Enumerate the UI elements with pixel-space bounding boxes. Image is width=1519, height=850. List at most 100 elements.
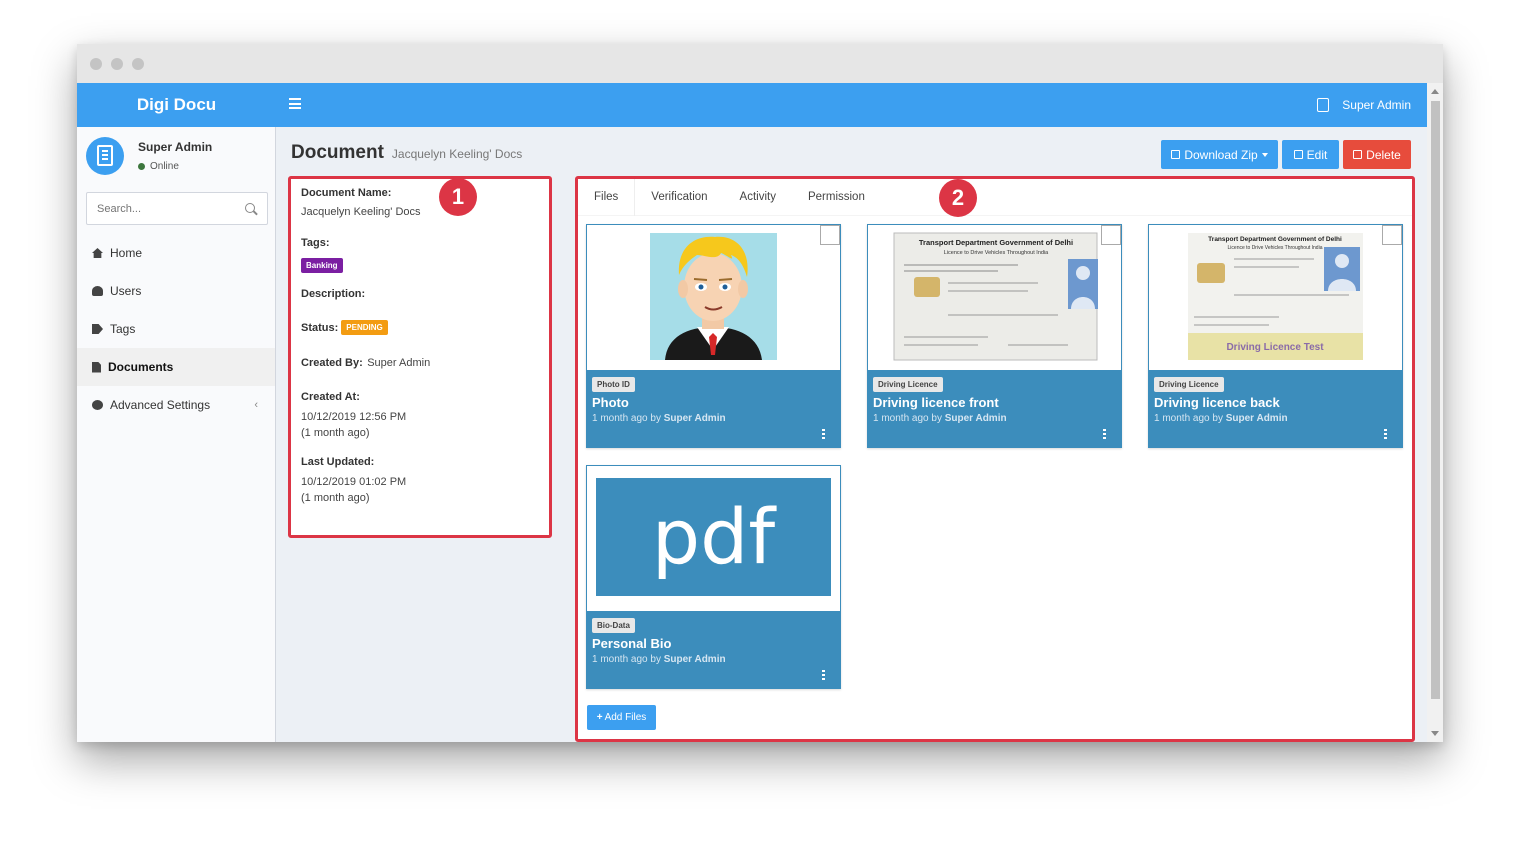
file-card-footer: Driving Licence Driving licence back 1 m… [1149, 370, 1402, 447]
file-thumbnail[interactable]: Transport Department Government of Delhi… [1149, 225, 1402, 370]
file-meta: 1 month ago by Super Admin [873, 413, 1116, 424]
sidebar-search [86, 192, 268, 225]
licence-back-heading: Transport Department Government of Delhi [1208, 236, 1342, 243]
file-title[interactable]: Photo [592, 395, 835, 410]
download-zip-button[interactable]: Download Zip [1161, 140, 1278, 169]
scroll-down-icon[interactable] [1431, 731, 1439, 736]
file-author: Super Admin [663, 654, 726, 665]
file-select-checkbox[interactable] [820, 225, 840, 245]
file-tag-badge: Driving Licence [1154, 377, 1224, 392]
file-select-checkbox[interactable] [1101, 225, 1121, 245]
page-title: Document Jacquelyn Keeling' Docs [291, 142, 522, 164]
more-options-icon[interactable] [822, 670, 825, 680]
file-author: Super Admin [1225, 413, 1288, 424]
brand-logo[interactable]: Digi Docu [77, 83, 276, 127]
file-thumbnail[interactable] [587, 225, 840, 370]
tab-verification[interactable]: Verification [635, 179, 723, 216]
page-heading: Document [291, 142, 384, 163]
file-thumbnail[interactable]: Transport Department Government of Delhi… [868, 225, 1121, 370]
file-select-checkbox[interactable] [1382, 225, 1402, 245]
sidebar-item-documents[interactable]: Documents [77, 348, 275, 386]
sidebar-item-users[interactable]: Users [77, 272, 275, 310]
annotation-marker-1: 1 [439, 178, 477, 216]
file-icon [92, 361, 101, 373]
file-author: Super Admin [663, 413, 726, 424]
tags-icon [92, 324, 103, 334]
tab-activity[interactable]: Activity [724, 179, 792, 216]
sidebar-item-advanced-settings[interactable]: Advanced Settings ‹ [77, 386, 275, 424]
created-at-relative: (1 month ago) [301, 427, 370, 439]
search-input[interactable] [87, 193, 227, 224]
licence-front-subheading: Licence to Drive Vehicles Throughout Ind… [944, 250, 1049, 256]
avatar-photo-image [650, 233, 777, 360]
window-close-dot[interactable] [90, 58, 102, 70]
tags-label: Tags: [301, 237, 330, 249]
licence-back-subheading: Licence to Drive Vehicles Throughout Ind… [1228, 245, 1323, 251]
add-files-label: Add Files [604, 712, 647, 723]
header-user-name: Super Admin [1342, 98, 1411, 112]
created-at-label: Created At: [301, 391, 360, 403]
tag-badge[interactable]: Banking [301, 258, 343, 273]
licence-front-image: Transport Department Government of Delhi… [893, 232, 1098, 361]
licence-back-image: Transport Department Government of Delhi… [1188, 233, 1363, 360]
top-header: Digi Docu Super Admin [77, 83, 1427, 127]
status-label: Status: [301, 321, 339, 334]
add-files-button[interactable]: + Add Files [587, 705, 656, 730]
file-time: 1 month ago [1154, 413, 1210, 424]
header-user-menu[interactable]: Super Admin [1317, 83, 1411, 127]
scrollbar-thumb[interactable] [1431, 101, 1440, 699]
sidebar-item-home[interactable]: Home [77, 234, 275, 272]
window-minimize-dot[interactable] [111, 58, 123, 70]
menu-toggle-icon[interactable] [289, 98, 301, 109]
licence-back-banner: Driving Licence Test [1226, 342, 1324, 353]
info-circle-icon [92, 400, 103, 410]
user-doc-icon [1317, 98, 1330, 112]
file-time: 1 month ago [592, 654, 648, 665]
doc-name-label: Document Name: [301, 187, 392, 199]
more-options-icon[interactable] [1384, 429, 1387, 439]
download-label: Download Zip [1184, 147, 1258, 162]
sidebar-item-tags[interactable]: Tags [77, 310, 275, 348]
online-dot-icon [138, 163, 145, 170]
delete-button[interactable]: Delete [1343, 140, 1411, 169]
description-label: Description: [301, 288, 366, 300]
file-card-footer: Driving Licence Driving licence front 1 … [868, 370, 1121, 447]
licence-front-heading: Transport Department Government of Delhi [919, 238, 1073, 247]
tab-permission[interactable]: Permission [792, 179, 881, 216]
created-at-value: 10/12/2019 12:56 PM [301, 411, 407, 423]
file-card-licence-front[interactable]: Transport Department Government of Delhi… [867, 224, 1122, 448]
file-title[interactable]: Personal Bio [592, 636, 835, 651]
file-card-licence-back[interactable]: Transport Department Government of Delhi… [1148, 224, 1403, 448]
status-badge: PENDING [341, 320, 388, 335]
file-by-word: by [1212, 413, 1223, 424]
file-card-personal-bio[interactable]: pdf Bio-Data Personal Bio 1 month ago by… [586, 465, 841, 689]
file-card-footer: Photo ID Photo 1 month ago by Super Admi… [587, 370, 840, 447]
file-card-photo[interactable]: Photo ID Photo 1 month ago by Super Admi… [586, 224, 841, 448]
more-options-icon[interactable] [1103, 429, 1106, 439]
avatar [86, 137, 124, 175]
created-by-value: Super Admin [367, 357, 431, 369]
files-panel: Files Verification Activity Permission P… [575, 176, 1415, 742]
file-meta: 1 month ago by Super Admin [1154, 413, 1397, 424]
last-updated-label: Last Updated: [301, 456, 375, 468]
scroll-up-icon[interactable] [1431, 89, 1439, 94]
sidebar-item-label: Users [110, 284, 142, 298]
tab-files[interactable]: Files [578, 179, 636, 216]
more-options-icon[interactable] [822, 429, 825, 439]
file-title[interactable]: Driving licence back [1154, 395, 1397, 410]
annotation-marker-2: 2 [939, 179, 977, 217]
vertical-scrollbar[interactable] [1427, 83, 1443, 742]
file-by-word: by [650, 654, 661, 665]
file-meta: 1 month ago by Super Admin [592, 413, 835, 424]
window-titlebar [77, 44, 1443, 83]
search-icon[interactable] [245, 203, 255, 213]
page-subtitle: Jacquelyn Keeling' Docs [391, 147, 523, 161]
file-title[interactable]: Driving licence front [873, 395, 1116, 410]
trash-icon [1353, 150, 1363, 159]
file-card-footer: Bio-Data Personal Bio 1 month ago by Sup… [587, 611, 840, 688]
edit-button[interactable]: Edit [1282, 140, 1339, 169]
tab-bar: Files Verification Activity Permission [578, 179, 1412, 216]
window-maximize-dot[interactable] [132, 58, 144, 70]
created-by-label: Created By: [301, 357, 363, 369]
file-thumbnail[interactable]: pdf [587, 466, 840, 611]
